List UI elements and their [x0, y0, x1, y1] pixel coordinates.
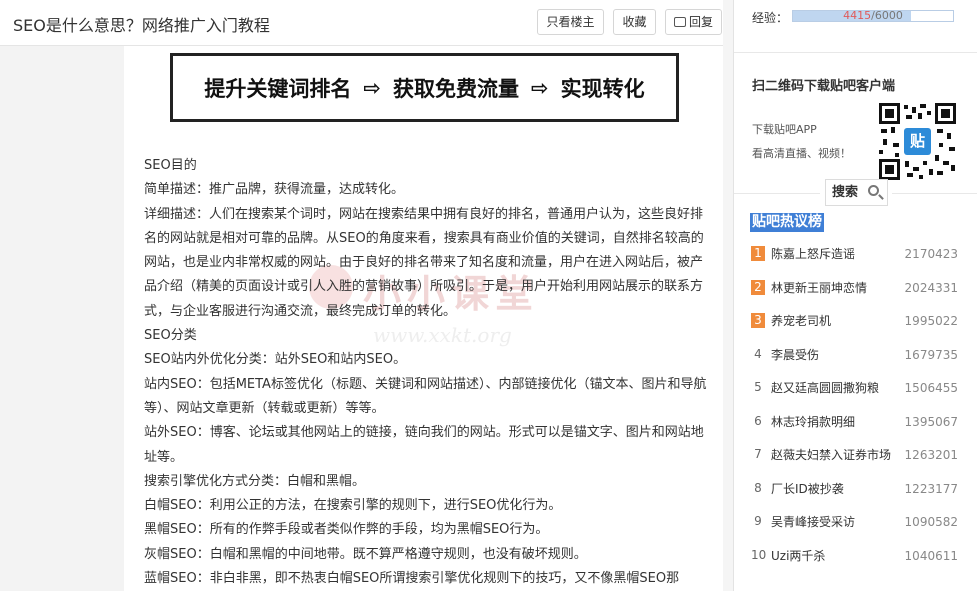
qr-section-title: 扫二维码下载贴吧客户端	[752, 79, 896, 94]
divider	[734, 193, 820, 194]
topic-count: 1040611	[904, 548, 958, 563]
hot-topics-title: 贴吧热议榜	[750, 213, 824, 232]
post-paragraph: SEO站内外优化分类：站外SEO和站内SEO。	[144, 352, 407, 368]
topic-count: 1395067	[904, 414, 958, 429]
rank-badge: 1	[751, 246, 765, 261]
post-paragraph: 白帽SEO：利用公正的方法，在搜索引擎的规则下，进行SEO优化行为。	[144, 498, 562, 514]
topic-count: 1090582	[904, 515, 958, 529]
comment-icon	[673, 17, 686, 27]
rank-badge: 4	[754, 346, 762, 361]
author-column	[0, 46, 124, 591]
experience-total: /6000	[871, 9, 903, 22]
arrow-right-icon: ⇨	[531, 75, 549, 100]
rank-badge: 6	[754, 413, 762, 428]
divider	[734, 52, 977, 53]
tieba-logo-icon: 贴	[904, 128, 931, 155]
experience-label: 经验：	[752, 11, 789, 25]
post-paragraph: SEO目的	[144, 158, 197, 173]
hot-topic-item[interactable]: 7 赵薇夫妇禁入证券市场 1263201	[734, 438, 977, 471]
favorite-button[interactable]: 收藏	[613, 9, 656, 35]
rank-badge: 8	[754, 480, 762, 495]
banner-step-3: 实现转化	[560, 76, 645, 101]
hot-topic-item[interactable]: 8 厂长ID被抄袭 1223177	[734, 472, 977, 505]
rank-badge: 7	[754, 447, 762, 461]
post-banner-image: 提升关键词排名 ⇨ 获取免费流量 ⇨ 实现转化	[170, 53, 679, 122]
topic-count: 2024331	[904, 280, 958, 295]
post-paragraph: 黑帽SEO：所有的作弊手段或者类似作弊的手段，均为黑帽SEO行为。	[144, 522, 549, 538]
topic-link[interactable]: 赵又廷高圆圆撒狗粮	[771, 380, 891, 396]
post-paragraph: 简单描述：推广品牌，获得流量，达成转化。	[144, 182, 405, 198]
topic-link[interactable]: 李晨受伤	[771, 347, 891, 363]
hot-topic-item[interactable]: 1 陈嘉上怒斥造谣 2170423	[734, 237, 977, 270]
topic-link[interactable]: 厂长ID被抄袭	[771, 481, 891, 497]
topic-link[interactable]: 林更新王丽坤恋情	[771, 280, 891, 296]
hot-topic-item[interactable]: 10 Uzi两千杀 1040611	[734, 539, 977, 572]
post-paragraph: SEO分类	[144, 328, 197, 344]
qr-code-image: 贴	[879, 103, 956, 180]
rank-badge: 9	[754, 514, 762, 528]
thread-title: SEO是什么意思？网络推广入门教程	[13, 16, 270, 35]
banner-step-1: 提升关键词排名	[204, 76, 352, 101]
topic-count: 1995022	[904, 314, 958, 328]
thread-header: SEO是什么意思？网络推广入门教程 只看楼主 收藏 回复	[0, 0, 733, 46]
qr-description: 下载贴吧APP 看高清直播、视频！	[752, 118, 851, 166]
arrow-right-icon: ⇨	[363, 75, 381, 100]
topic-link[interactable]: 赵薇夫妇禁入证券市场	[771, 447, 891, 463]
hot-topic-item[interactable]: 6 林志玲捐款明细 1395067	[734, 405, 977, 438]
topic-count: 1263201	[904, 448, 958, 462]
hot-topic-item[interactable]: 3 养宠老司机 1995022	[734, 304, 977, 337]
post-paragraph: 详细描述：人们在搜索某个词时，网站在搜索结果中拥有良好的排名，普通用户认为，这些…	[144, 206, 704, 319]
banner-step-2: 获取免费流量	[393, 76, 519, 101]
right-sidebar: 经验： 4415/6000 扫二维码下载贴吧客户端 下载贴吧APP 看高清直播、…	[733, 0, 977, 591]
topic-link[interactable]: 林志玲捐款明细	[771, 414, 891, 430]
hot-topic-item[interactable]: 2 林更新王丽坤恋情 2024331	[734, 271, 977, 304]
topic-link[interactable]: 吴青峰接受采访	[771, 514, 891, 530]
search-button[interactable]: 搜索	[825, 179, 888, 206]
rank-badge: 2	[751, 279, 765, 295]
qr-line-1: 下载贴吧APP	[752, 123, 817, 136]
post-paragraph: 站内SEO：包括META标签优化（标题、关键词和网站描述）、内部链接优化（锚文本…	[144, 376, 707, 416]
divider	[892, 193, 977, 194]
experience-value: 4415/6000	[793, 9, 953, 23]
topic-count: 1679735	[904, 347, 958, 362]
hot-topic-item[interactable]: 9 吴青峰接受采访 1090582	[734, 505, 977, 538]
search-icon	[868, 185, 879, 196]
search-label: 搜索	[832, 185, 859, 200]
rank-badge: 5	[754, 380, 762, 394]
topic-link[interactable]: 陈嘉上怒斥造谣	[771, 246, 891, 262]
experience-current: 4415	[843, 9, 872, 22]
topic-link[interactable]: Uzi两千杀	[771, 548, 891, 564]
post-paragraph: 灰帽SEO：白帽和黑帽的中间地带。既不算严格遵守规则，也没有破坏规则。	[144, 546, 587, 562]
topic-link[interactable]: 养宠老司机	[771, 313, 891, 329]
reply-button[interactable]: 回复	[665, 9, 722, 35]
post-content: 提升关键词排名 ⇨ 获取免费流量 ⇨ 实现转化 小小课堂 www.xxkt.or…	[124, 46, 723, 591]
hot-topic-item[interactable]: 5 赵又廷高圆圆撒狗粮 1506455	[734, 371, 977, 404]
post-paragraph: 站外SEO：博客、论坛或其他网站上的链接，链向我们的网站。形式可以是锚文字、图片…	[144, 425, 704, 465]
rank-badge: 3	[751, 313, 765, 328]
content-gutter	[723, 0, 733, 591]
post-paragraph: 蓝帽SEO：非白非黑，即不热衷白帽SEO所谓搜索引擎优化规则下的技巧，又不像黑帽…	[144, 571, 680, 587]
post-body: SEO目的 简单描述：推广品牌，获得流量，达成转化。 详细描述：人们在搜索某个词…	[144, 154, 714, 591]
topic-count: 1506455	[904, 381, 958, 395]
experience-progress-bar: 4415/6000	[792, 9, 954, 23]
topic-count: 2170423	[904, 247, 958, 261]
rank-badge: 10	[751, 547, 767, 562]
qr-line-2: 看高清直播、视频！	[752, 147, 851, 160]
reply-label: 回复	[688, 15, 713, 29]
hot-topic-item[interactable]: 4 李晨受伤 1679735	[734, 338, 977, 371]
topic-count: 1223177	[904, 481, 958, 496]
post-paragraph: 搜索引擎优化方式分类：白帽和黑帽。	[144, 473, 366, 489]
only-author-button[interactable]: 只看楼主	[537, 9, 604, 35]
